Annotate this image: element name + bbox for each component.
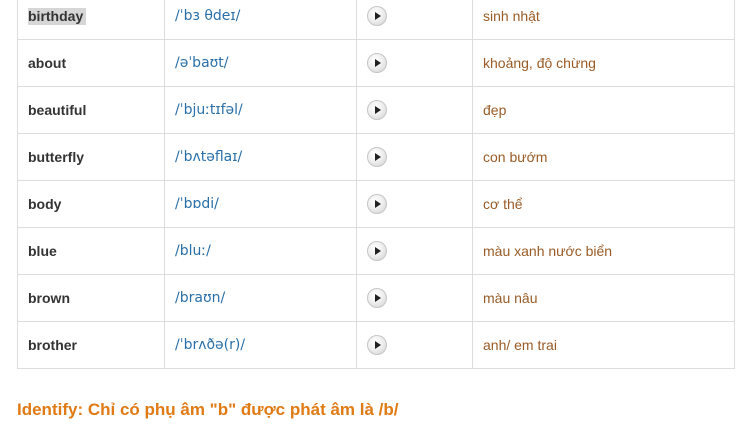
vocabulary-table: birthday /ˈbɜ θdeɪ/ sinh nhật about /əˈb… [17,0,735,369]
word-cell: beautiful [17,86,165,134]
audio-cell [356,227,473,275]
meaning-cell: khoảng, độ chừng [472,39,735,87]
table-row: beautiful /ˈbjuːtɪfəl/ đẹp [17,86,735,134]
ipa-cell: /ˈbɜ θdeɪ/ [164,0,357,40]
identify-note: Identify: Chỉ có phụ âm "b" được phát âm… [17,400,399,419]
play-audio-button[interactable] [367,147,387,167]
table-row: about /əˈbaʊt/ khoảng, độ chừng [17,39,735,87]
meaning-cell: màu xanh nước biển [472,227,735,275]
play-audio-button[interactable] [367,6,387,26]
table-row: brown /braʊn/ màu nâu [17,274,735,322]
meaning-cell: sinh nhật [472,0,735,40]
word-cell: brother [17,321,165,369]
play-audio-button[interactable] [367,241,387,261]
ipa-cell: /ˈbjuːtɪfəl/ [164,86,357,134]
play-audio-button[interactable] [367,53,387,73]
audio-cell [356,86,473,134]
audio-cell [356,274,473,322]
play-audio-button[interactable] [367,100,387,120]
word-cell: brown [17,274,165,322]
word-cell: about [17,39,165,87]
table-row: body /ˈbɒdi/ cơ thể [17,180,735,228]
audio-cell [356,321,473,369]
meaning-cell: cơ thể [472,180,735,228]
play-audio-button[interactable] [367,288,387,308]
ipa-cell: /ˈbɒdi/ [164,180,357,228]
word-text: birthday [28,8,87,25]
meaning-cell: đẹp [472,86,735,134]
ipa-cell: /əˈbaʊt/ [164,39,357,87]
play-audio-button[interactable] [367,194,387,214]
ipa-cell: /ˈbrʌðə(r)/ [164,321,357,369]
word-cell: birthday [17,0,165,40]
word-cell: body [17,180,165,228]
audio-cell [356,39,473,87]
ipa-cell: /bluː/ [164,227,357,275]
word-cell: blue [17,227,165,275]
meaning-cell: con bướm [472,133,735,181]
audio-cell [356,133,473,181]
table-row: birthday /ˈbɜ θdeɪ/ sinh nhật [17,0,735,40]
meaning-cell: anh/ em trai [472,321,735,369]
table-row: butterfly /ˈbʌtəflaɪ/ con bướm [17,133,735,181]
audio-cell [356,180,473,228]
meaning-cell: màu nâu [472,274,735,322]
ipa-cell: /ˈbʌtəflaɪ/ [164,133,357,181]
ipa-cell: /braʊn/ [164,274,357,322]
table-row: brother /ˈbrʌðə(r)/ anh/ em trai [17,321,735,369]
table-row: blue /bluː/ màu xanh nước biển [17,227,735,275]
play-audio-button[interactable] [367,335,387,355]
audio-cell [356,0,473,40]
word-cell: butterfly [17,133,165,181]
